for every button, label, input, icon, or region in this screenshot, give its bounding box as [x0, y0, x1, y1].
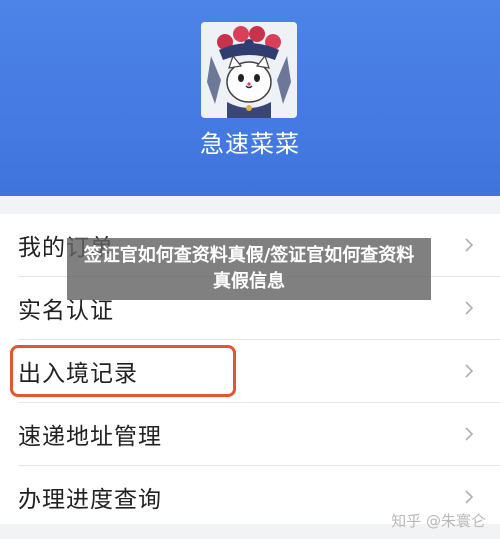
watermark: 知乎 @朱寰仑: [391, 512, 486, 530]
menu-item-label: 速递地址管理: [18, 424, 162, 450]
menu-item-label: 办理进度查询: [18, 487, 162, 513]
highlight-box: [10, 345, 236, 397]
overlay-title: 签证官如何查资料真假/签证官如何查资料真假信息: [83, 245, 415, 292]
chevron-right-icon: [465, 490, 474, 504]
avatar[interactable]: [201, 22, 297, 118]
chevron-right-icon: [465, 427, 474, 441]
chevron-right-icon: [465, 301, 474, 315]
chevron-right-icon: [465, 238, 474, 252]
username: 急速菜菜: [200, 130, 300, 158]
title-overlay: 签证官如何查资料真假/签证官如何查资料真假信息: [67, 238, 431, 300]
profile-header: 急速菜菜: [0, 0, 500, 196]
menu-item-delivery-address[interactable]: 速递地址管理: [0, 403, 500, 465]
chevron-right-icon: [465, 364, 474, 378]
opera-mask-cat-avatar-icon: [201, 22, 297, 118]
